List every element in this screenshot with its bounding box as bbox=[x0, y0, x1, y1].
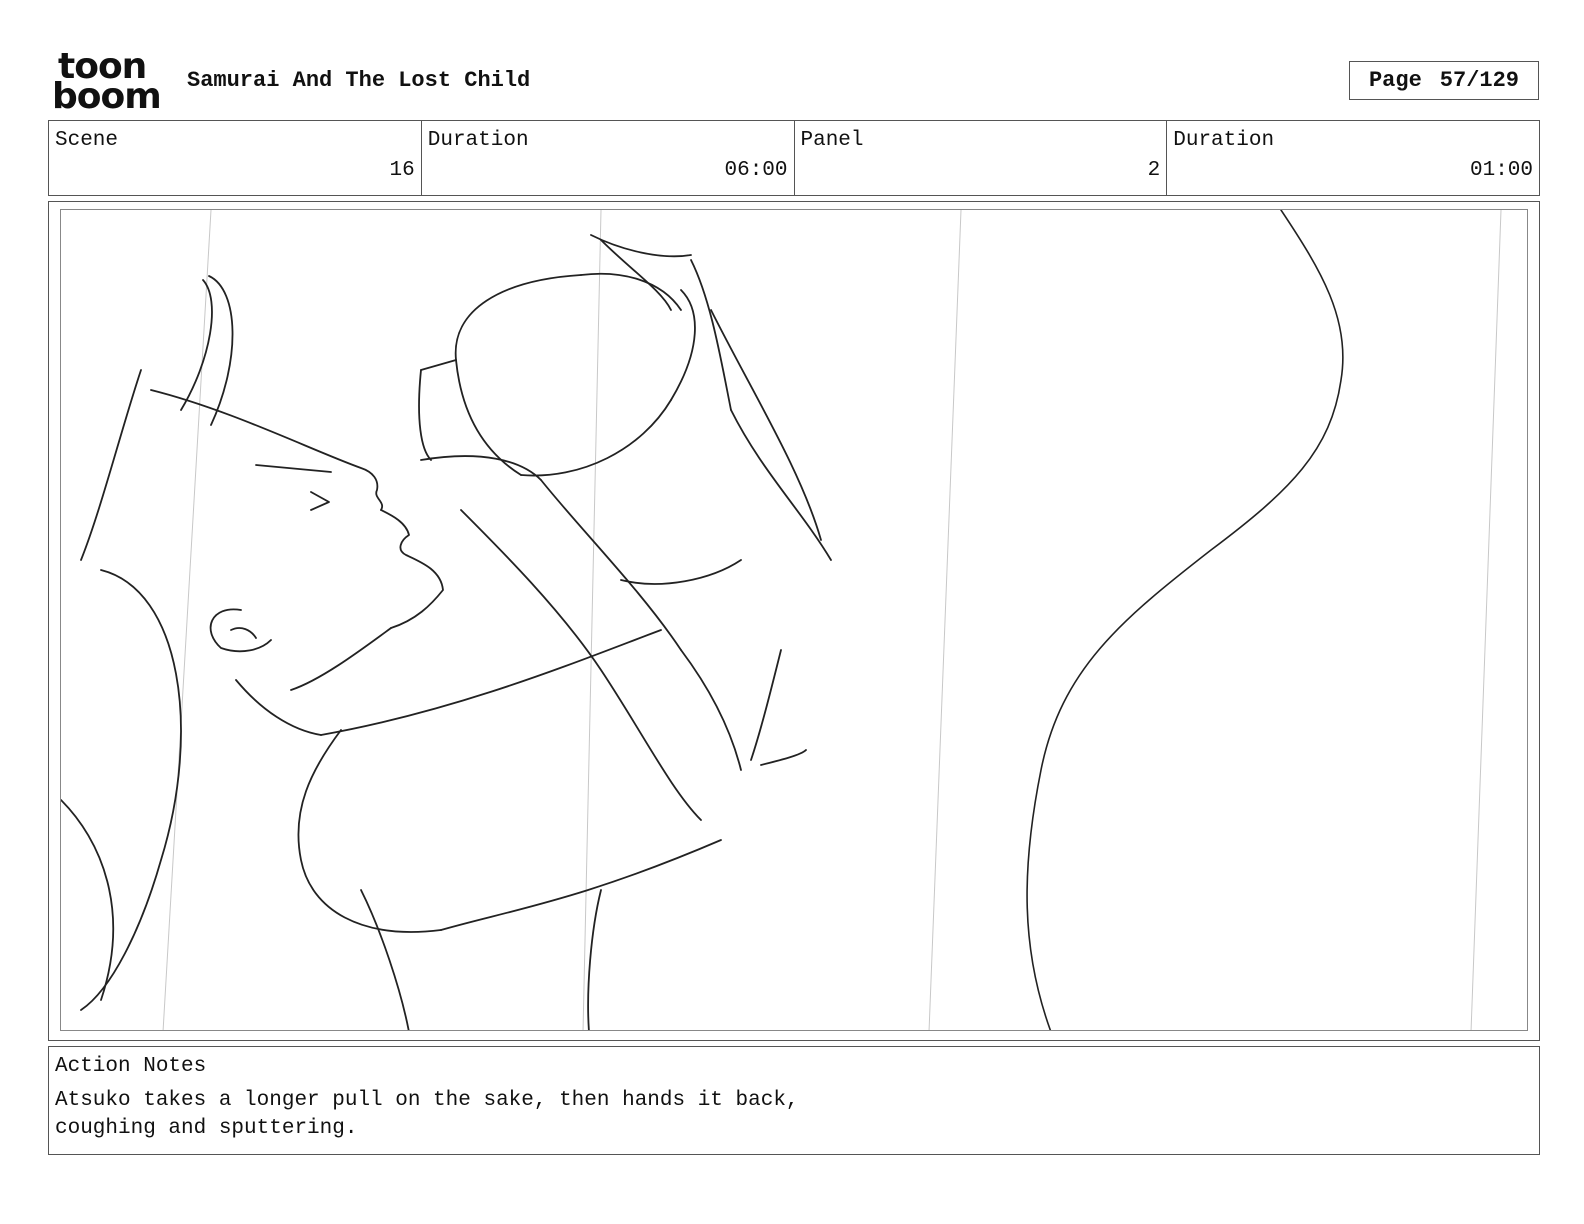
action-notes-label: Action Notes bbox=[55, 1055, 207, 1078]
page-label: Page bbox=[1368, 68, 1422, 93]
page-indicator: Page 57/129 bbox=[1349, 61, 1539, 100]
scene-label: Scene bbox=[55, 129, 119, 152]
panel-cell: Panel 2 bbox=[795, 121, 1168, 195]
scene-cell: Scene 16 bbox=[49, 121, 422, 195]
sketch-drawing bbox=[61, 210, 1502, 1030]
guide-lines bbox=[162, 210, 1502, 1030]
toon-boom-logo: toon boom bbox=[52, 49, 164, 117]
panel-duration-cell: Duration 01:00 bbox=[1167, 121, 1539, 195]
storyboard-sketch bbox=[60, 209, 1528, 1031]
scene-duration-cell: Duration 06:00 bbox=[422, 121, 795, 195]
action-notes-text: Atsuko takes a longer pull on the sake, … bbox=[55, 1089, 799, 1140]
panel-value: 2 bbox=[1147, 159, 1161, 182]
scene-duration-value: 06:00 bbox=[724, 159, 788, 182]
panel-duration-label: Duration bbox=[1173, 129, 1275, 152]
panel-duration-value: 01:00 bbox=[1469, 159, 1533, 182]
panel-frame bbox=[48, 201, 1540, 1041]
page-value: 57/129 bbox=[1439, 68, 1520, 93]
logo-text-bottom: boom bbox=[52, 76, 162, 117]
scene-value: 16 bbox=[389, 159, 415, 182]
scene-duration-label: Duration bbox=[427, 129, 529, 152]
background-curve bbox=[1026, 210, 1344, 1030]
scene-info-row: Scene 16 Duration 06:00 Panel 2 Duration… bbox=[48, 120, 1540, 196]
action-notes-box: Action Notes Atsuko takes a longer pull … bbox=[48, 1046, 1540, 1155]
panel-label: Panel bbox=[800, 129, 864, 152]
character-sketch bbox=[61, 234, 832, 1030]
storyboard-title: Samurai And The Lost Child bbox=[187, 68, 531, 93]
